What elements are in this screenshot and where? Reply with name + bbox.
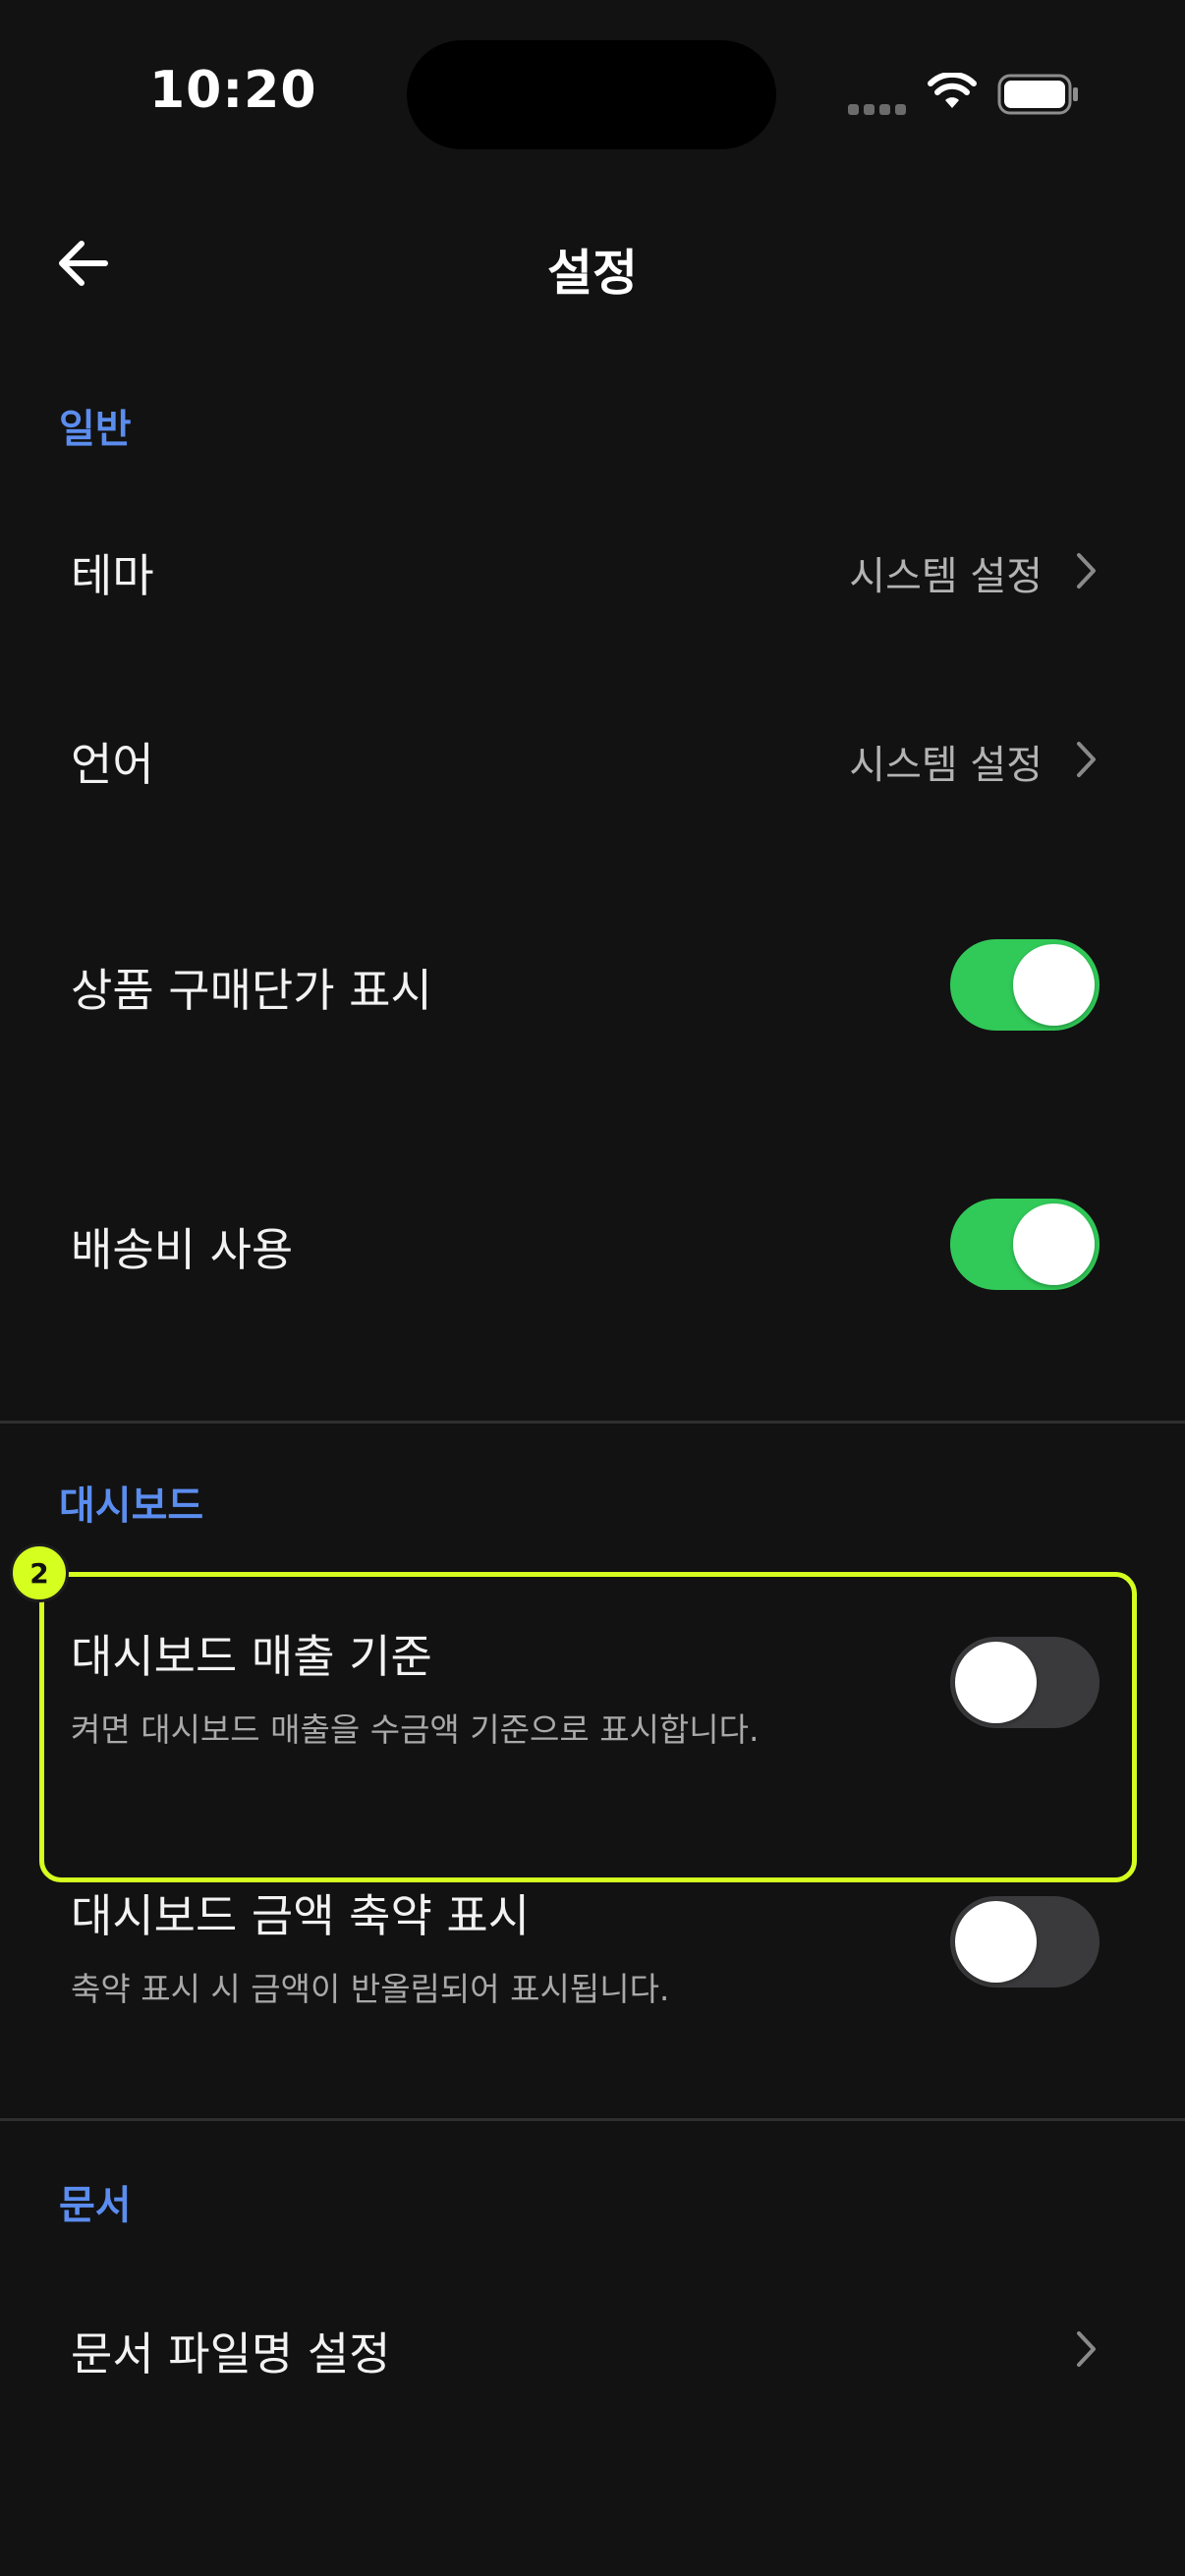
theme-value: 시스템 설정 <box>849 554 1043 599</box>
chevron-right-icon <box>1077 553 1096 588</box>
status-bar: 10:20 <box>0 0 1185 187</box>
cellular-signal-icon <box>848 104 907 116</box>
status-time: 10:20 <box>149 61 317 120</box>
chevron-right-icon <box>1077 742 1096 777</box>
page-title: 설정 <box>547 245 638 302</box>
nav-bar: 설정 <box>0 206 1185 324</box>
section-header-dashboard: 대시보드 <box>59 1484 204 1529</box>
shipping-fee-toggle[interactable] <box>950 1199 1100 1290</box>
theme-label: 테마 <box>71 549 154 602</box>
highlight-box <box>39 1572 1137 1882</box>
purchase-price-toggle[interactable] <box>950 939 1100 1031</box>
section-divider <box>0 1421 1185 1424</box>
shipping-fee-row: 배송비 사용 <box>0 1175 1185 1313</box>
document-filename-label: 문서 파일명 설정 <box>71 2327 391 2380</box>
section-header-general: 일반 <box>59 407 132 452</box>
battery-icon <box>997 74 1078 115</box>
purchase-price-label: 상품 구매단가 표시 <box>71 964 432 1017</box>
document-filename-row[interactable]: 문서 파일명 설정 <box>0 2289 1185 2407</box>
language-value: 시스템 설정 <box>849 743 1043 788</box>
wifi-icon <box>928 73 977 108</box>
language-label: 언어 <box>71 738 154 791</box>
section-header-documents: 문서 <box>59 2183 132 2228</box>
section-divider <box>0 2118 1185 2121</box>
purchase-price-row: 상품 구매단가 표시 <box>0 916 1185 1053</box>
chevron-right-icon <box>1077 2331 1096 2367</box>
theme-row[interactable]: 테마 시스템 설정 <box>0 511 1185 631</box>
toggle-knob <box>955 1901 1037 1983</box>
toggle-knob <box>1013 944 1095 1026</box>
dashboard-amount-abbrev-toggle[interactable] <box>950 1896 1100 1988</box>
dashboard-amount-abbrev-row: 대시보드 금액 축약 표시 축약 표시 시 금액이 반올림되어 표시됩니다. <box>0 1861 1185 2038</box>
toggle-knob <box>1013 1204 1095 1285</box>
dynamic-island <box>407 40 776 149</box>
dashboard-amount-abbrev-label: 대시보드 금액 축약 표시 <box>71 1889 531 1942</box>
highlight-badge: 2 <box>10 1543 69 1602</box>
language-row[interactable]: 언어 시스템 설정 <box>0 700 1185 819</box>
dashboard-amount-abbrev-description: 축약 표시 시 금액이 반올림되어 표시됩니다. <box>71 1970 670 2008</box>
shipping-fee-label: 배송비 사용 <box>71 1223 294 1276</box>
